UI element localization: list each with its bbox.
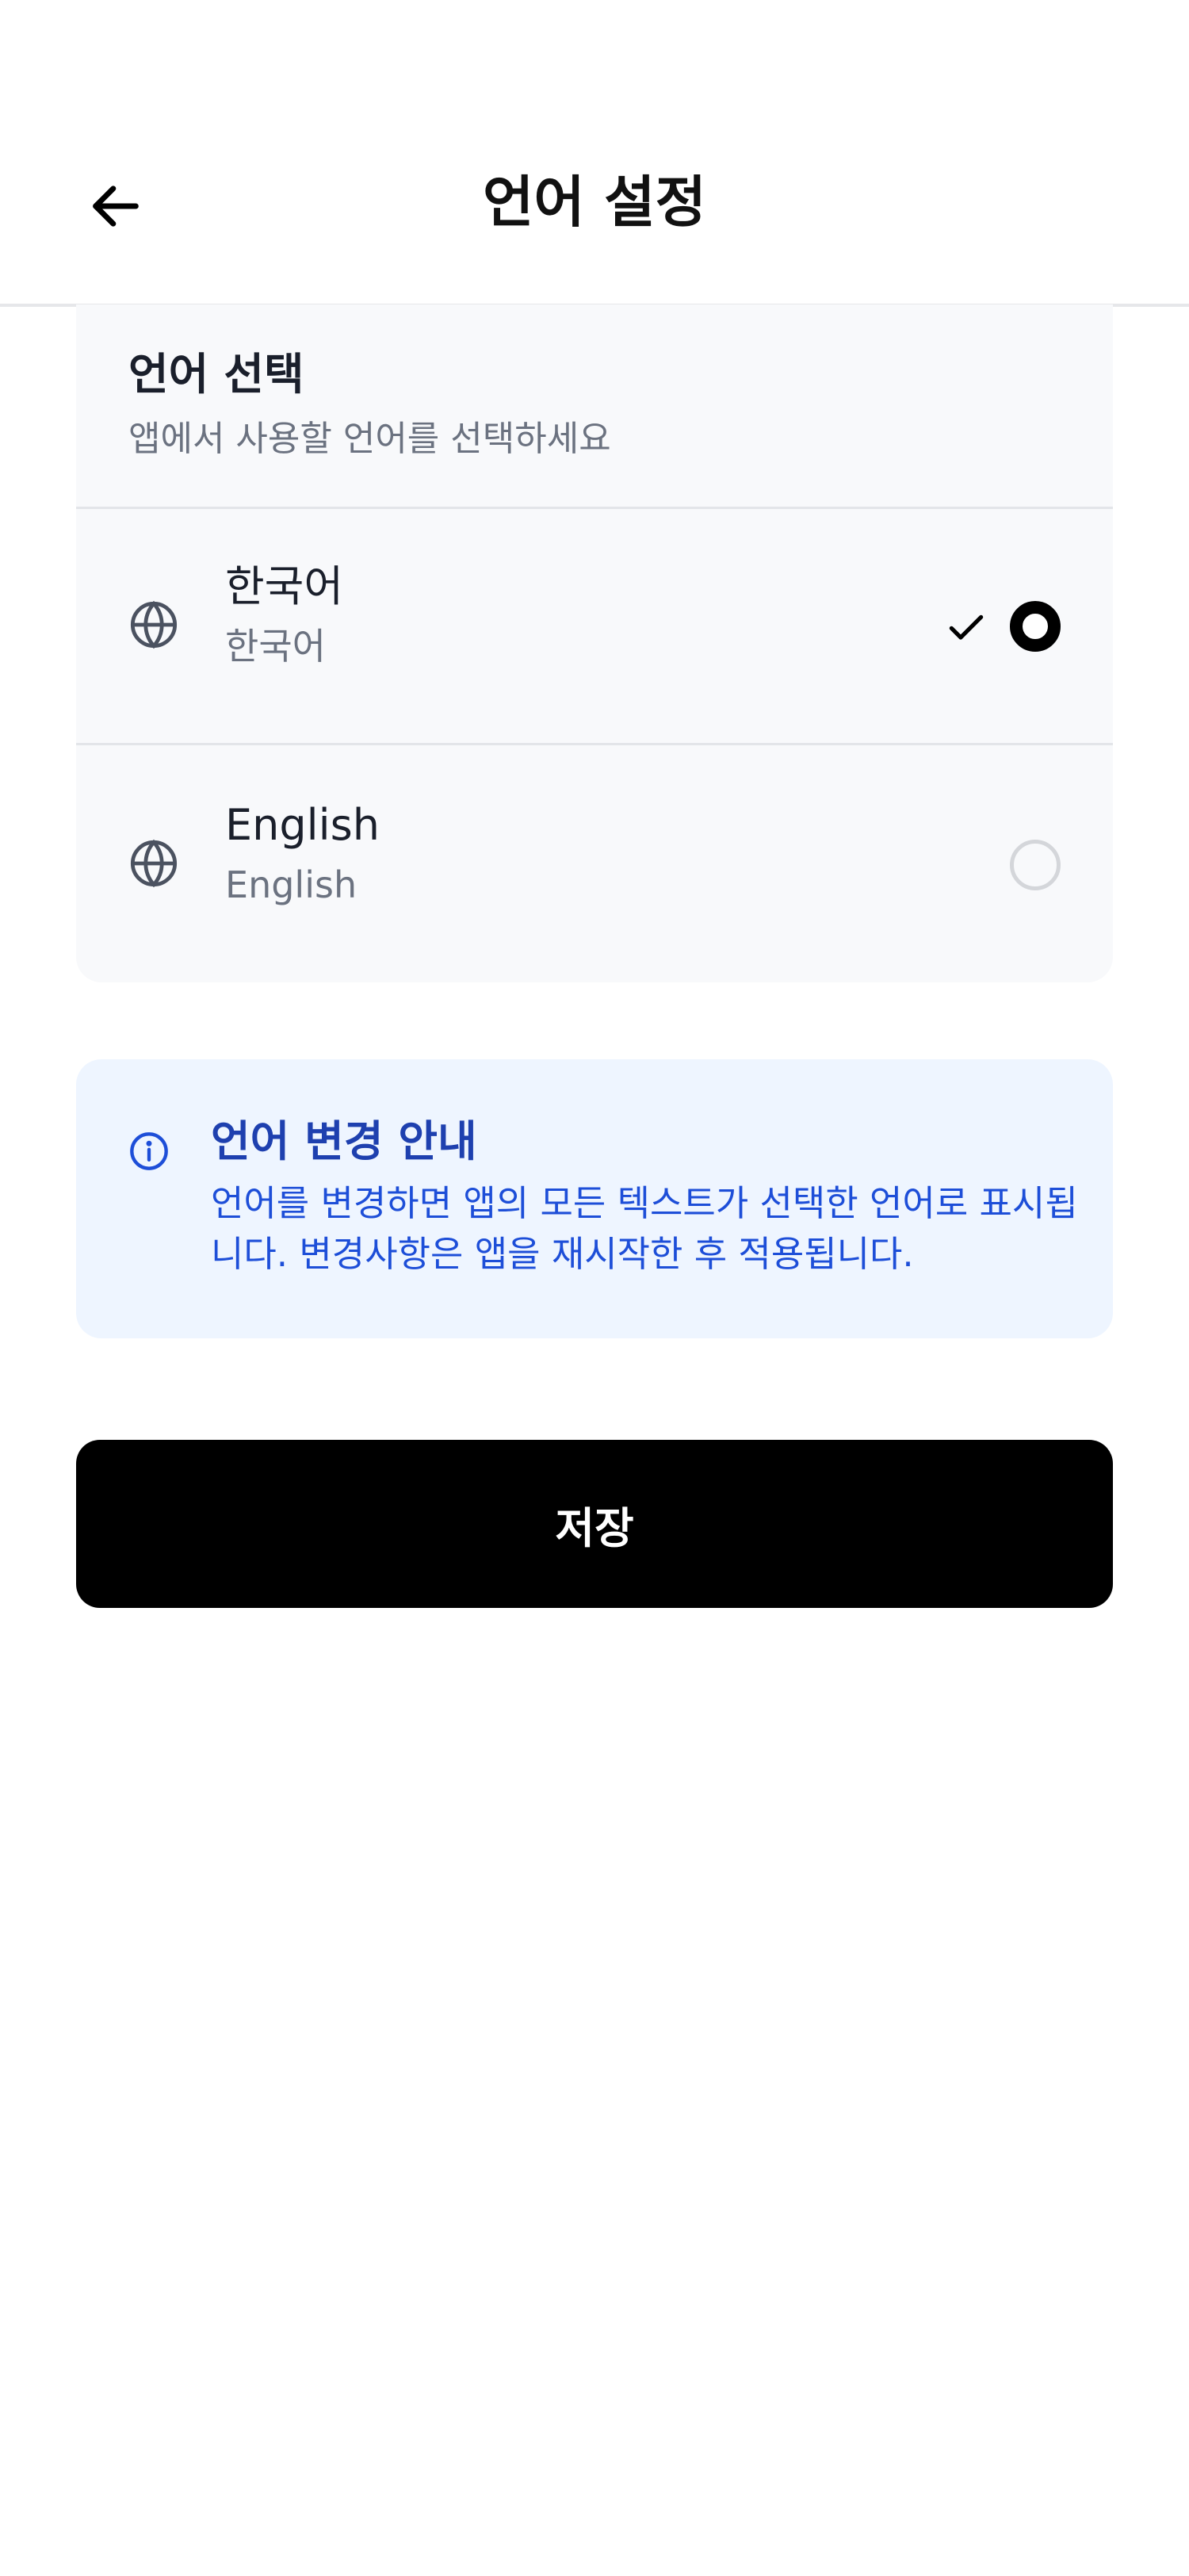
language-option-native-name: English [225,863,357,906]
app-header: 언어 설정 [0,0,1189,307]
language-change-notice: 언어 변경 안내 언어를 변경하면 앱의 모든 텍스트가 선택한 언어로 표시됩… [76,1059,1113,1338]
language-option-korean[interactable]: 한국어 한국어 [76,509,1113,745]
notice-body: 언어를 변경하면 앱의 모든 텍스트가 선택한 언어로 표시됩니다. 변경사항은… [211,1182,1078,1275]
language-card: 언어 선택 앱에서 사용할 언어를 선택하세요 한국어 한국어 English … [76,304,1113,982]
globe-icon [130,839,178,888]
radio-button-selected[interactable] [1010,601,1061,652]
save-button[interactable]: 저장 [76,1440,1113,1608]
language-option-native-name: 한국어 [225,625,326,668]
language-option-name: English [225,800,380,850]
globe-icon [130,600,178,649]
language-card-header: 언어 선택 앱에서 사용할 언어를 선택하세요 [76,304,1113,509]
language-card-subtitle: 앱에서 사용할 언어를 선택하세요 [128,419,611,459]
language-option-name: 한국어 [225,561,344,611]
notice-title: 언어 변경 안내 [211,1116,477,1166]
language-option-english[interactable]: English English [76,748,1113,982]
info-icon [130,1132,168,1170]
language-card-title: 언어 선택 [128,349,304,400]
page-title: 언어 설정 [483,170,706,235]
radio-button-unselected[interactable] [1010,840,1061,890]
check-icon [949,614,984,640]
